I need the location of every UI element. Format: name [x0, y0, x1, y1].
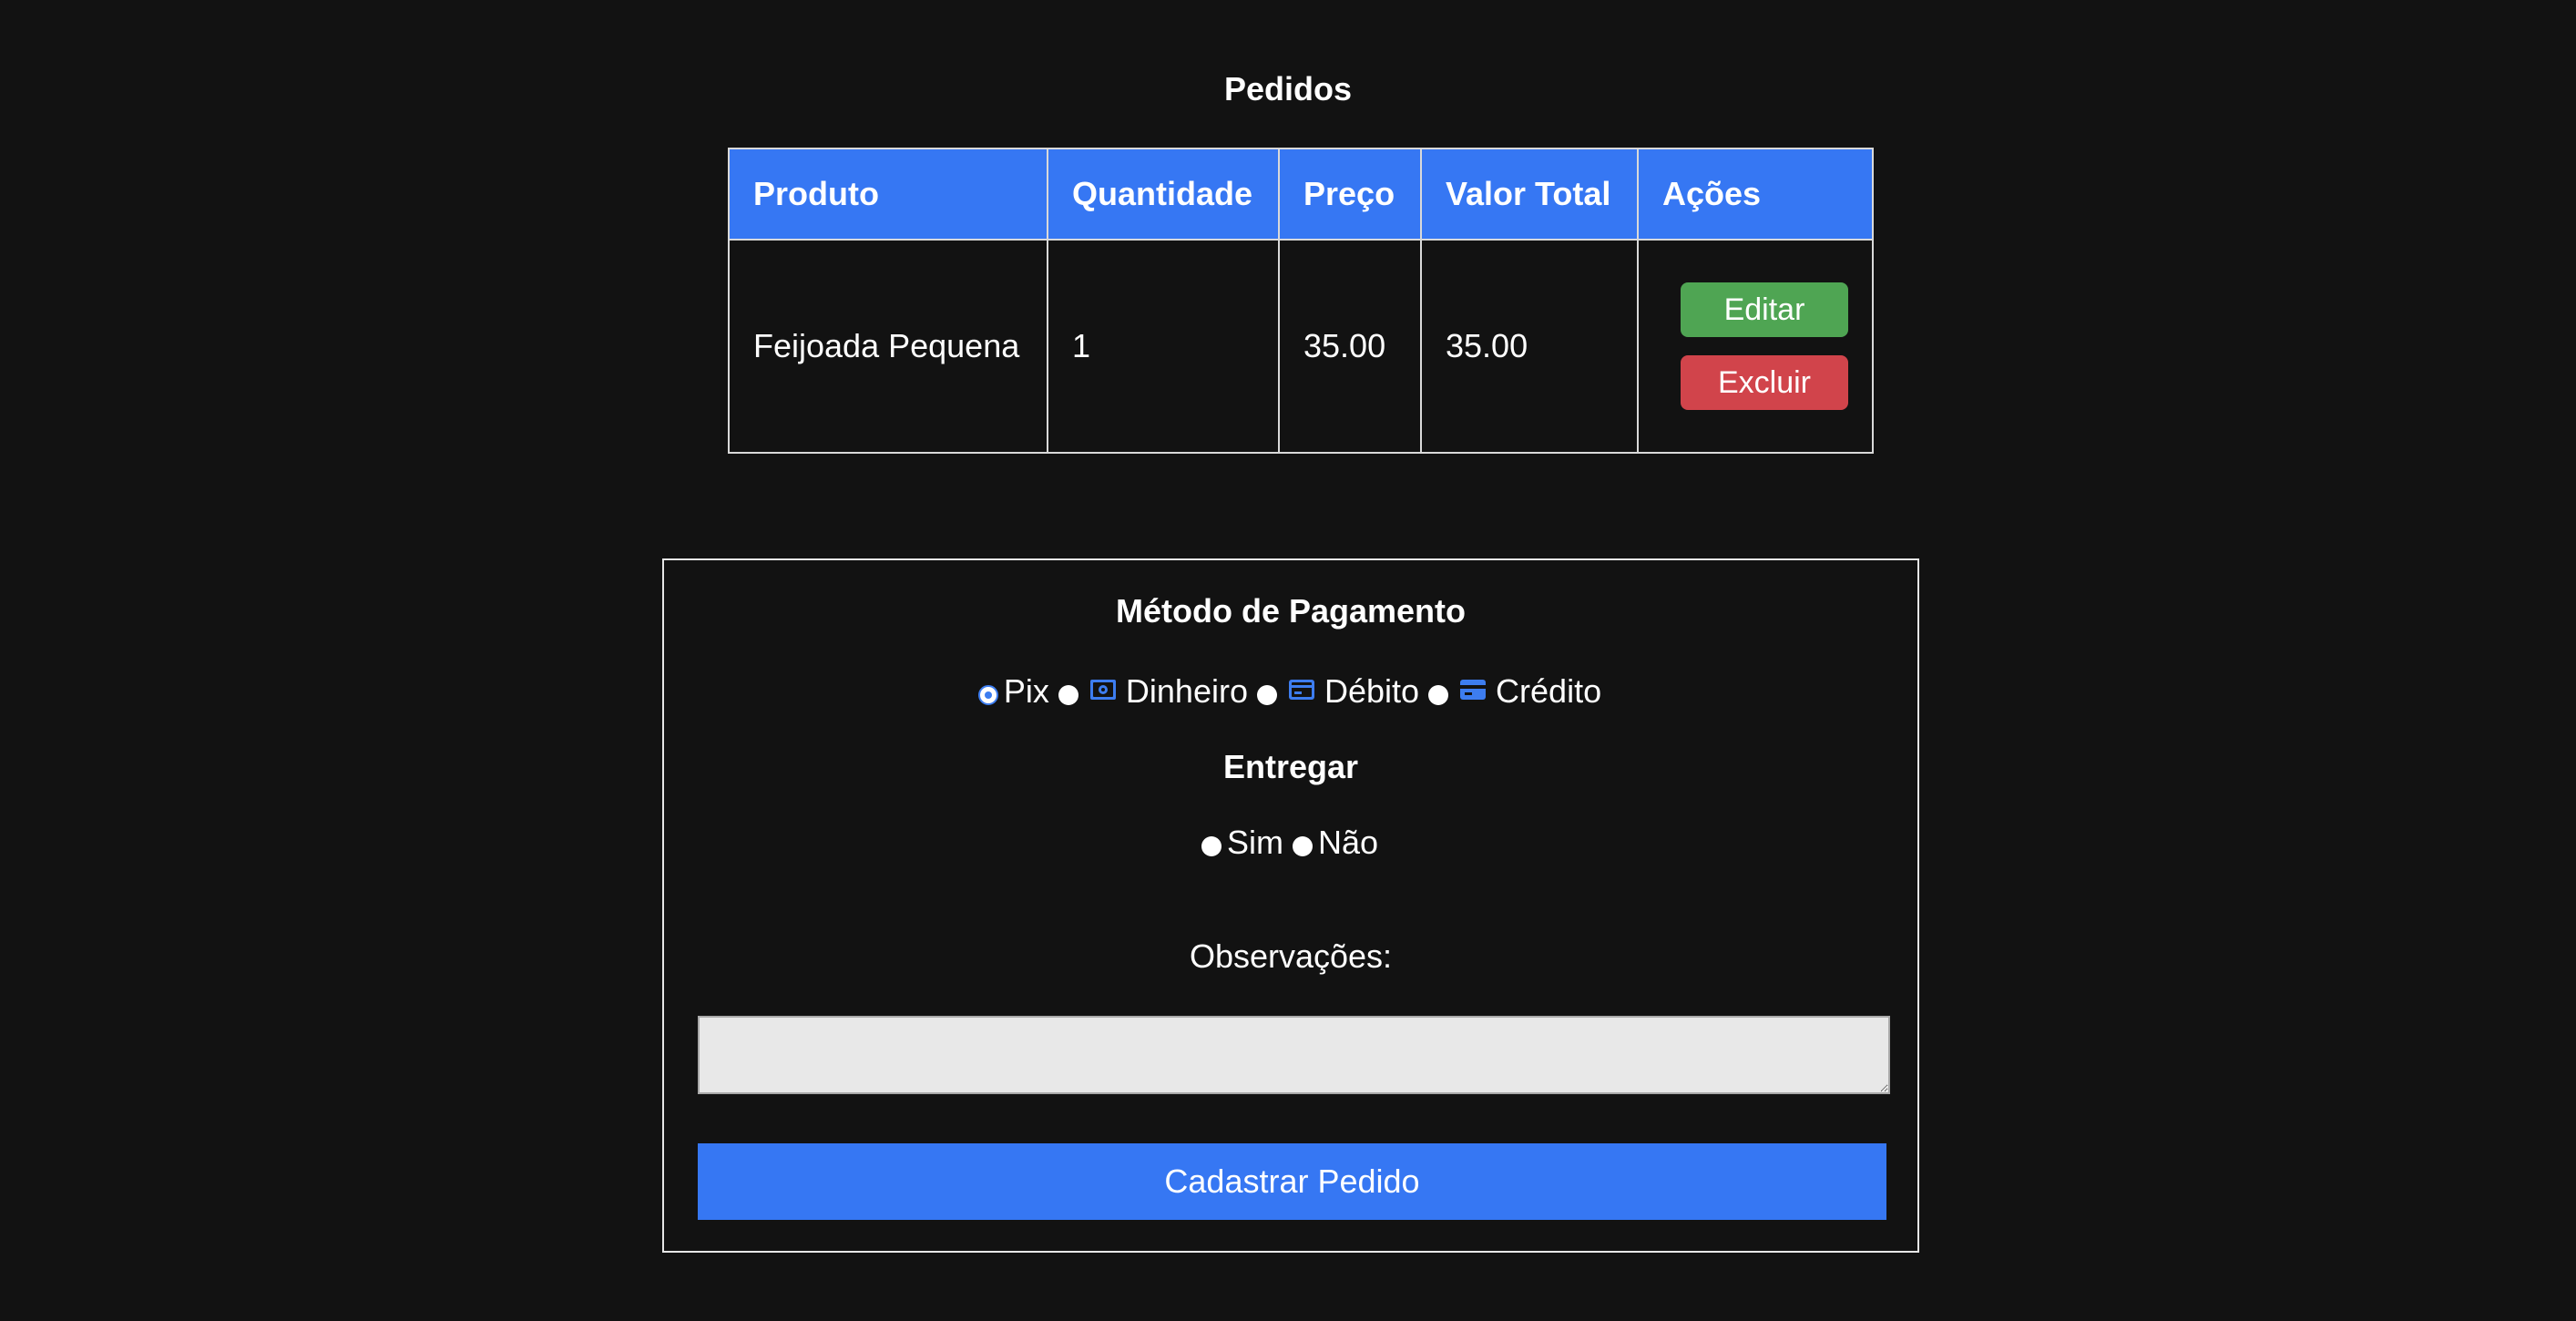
header-preco: Preço: [1278, 148, 1422, 241]
radio-dinheiro[interactable]: [1058, 685, 1078, 705]
edit-button[interactable]: Editar: [1681, 282, 1848, 337]
radio-sim[interactable]: [1201, 836, 1222, 856]
header-acoes: Ações: [1637, 148, 1874, 241]
radio-nao[interactable]: [1292, 836, 1313, 856]
payment-method-options: Pix Dinheiro Débito Crédito: [664, 667, 1917, 716]
credit-card-icon: [1459, 667, 1487, 712]
header-quantidade: Quantidade: [1047, 148, 1280, 241]
delivery-options: Sim Não: [664, 820, 1917, 865]
label-debito: Débito: [1324, 672, 1420, 710]
payment-method-title: Método de Pagamento: [1115, 592, 1467, 630]
table-header-row: Produto Quantidade Preço Valor Total Açõ…: [728, 148, 1874, 241]
label-nao: Não: [1317, 824, 1379, 861]
delete-button[interactable]: Excluir: [1681, 355, 1848, 410]
header-produto: Produto: [728, 148, 1048, 241]
cell-valor-total: 35.00: [1420, 239, 1639, 454]
cell-acoes: Editar Excluir: [1637, 239, 1874, 454]
label-dinheiro: Dinheiro: [1125, 672, 1248, 710]
delivery-title: Entregar: [1222, 748, 1359, 785]
page-title: Pedidos: [1223, 70, 1353, 108]
observations-label: Observações:: [1189, 937, 1393, 975]
label-credito: Crédito: [1496, 672, 1602, 710]
cell-produto: Feijoada Pequena: [728, 239, 1048, 454]
radio-debito[interactable]: [1256, 685, 1277, 705]
page: Pedidos Produto Quantidade Preço Valor T…: [0, 0, 2576, 1321]
label-sim: Sim: [1226, 824, 1283, 861]
table-row: Feijoada Pequena 1 35.00 35.00 Editar Ex…: [728, 239, 1874, 454]
header-valor-total: Valor Total: [1420, 148, 1639, 241]
label-pix: Pix: [1003, 672, 1049, 710]
submit-order-button[interactable]: Cadastrar Pedido: [698, 1143, 1886, 1220]
radio-pix[interactable]: [977, 685, 998, 705]
order-form: Método de Pagamento Pix Dinheiro Débito …: [662, 558, 1919, 1253]
radio-credito[interactable]: [1428, 685, 1449, 705]
debit-card-icon: [1288, 667, 1315, 712]
observations-textarea[interactable]: [698, 1016, 1890, 1094]
cash-icon: [1089, 667, 1117, 712]
orders-table: Produto Quantidade Preço Valor Total Açõ…: [728, 148, 1874, 454]
cell-quantidade: 1: [1047, 239, 1280, 454]
cell-preco: 35.00: [1278, 239, 1422, 454]
